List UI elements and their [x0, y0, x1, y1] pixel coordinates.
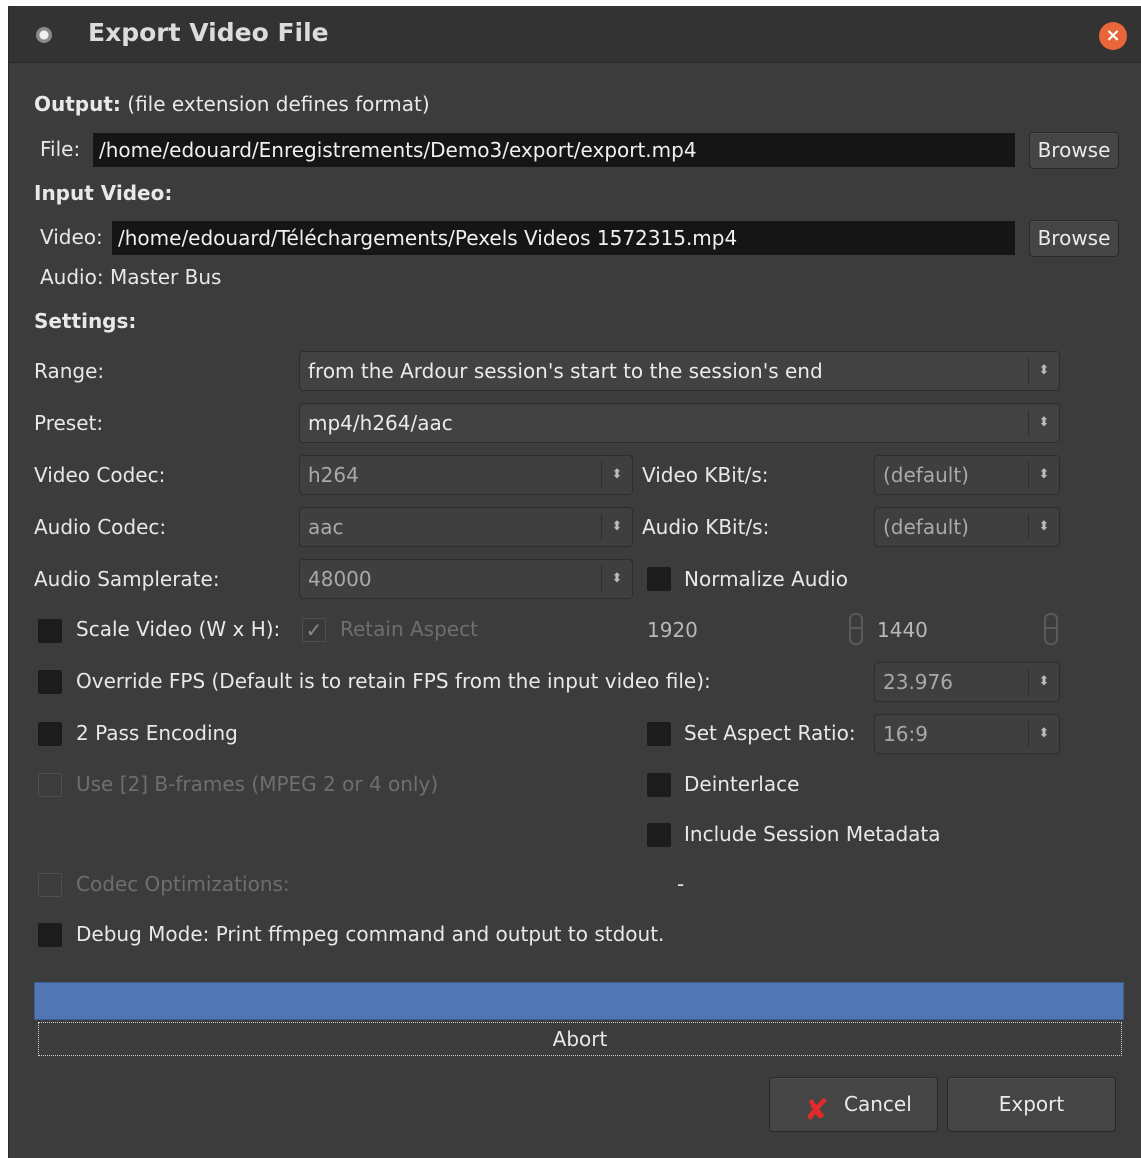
fps-dropdown[interactable]: 23.976 ⬍ [874, 662, 1060, 702]
session-metadata-label: Include Session Metadata [684, 822, 941, 846]
output-heading-row: Output: (file extension defines format) [34, 92, 430, 116]
session-metadata-checkbox[interactable] [647, 823, 671, 847]
codec-optimizations-checkbox[interactable] [38, 873, 62, 897]
samplerate-value: 48000 [308, 567, 372, 591]
aspect-ratio-value: 16:9 [883, 722, 928, 746]
override-fps-label: Override FPS (Default is to retain FPS f… [76, 669, 711, 693]
export-progress-bar [34, 982, 1124, 1020]
spin-handle-icon[interactable] [1044, 613, 1058, 645]
video-codec-dropdown[interactable]: h264 ⬍ [299, 455, 633, 495]
audio-codec-dropdown[interactable]: aac ⬍ [299, 507, 633, 547]
scale-height-input[interactable]: 1440 [877, 618, 928, 642]
normalize-audio-label: Normalize Audio [684, 567, 848, 591]
chevron-updown-icon: ⬍ [1038, 674, 1050, 689]
retain-aspect-label: Retain Aspect [340, 617, 478, 641]
scale-video-label: Scale Video (W x H): [76, 617, 281, 641]
spin-handle-icon[interactable] [849, 613, 863, 645]
close-icon[interactable]: × [1099, 22, 1127, 50]
output-heading-note: (file extension defines format) [127, 92, 430, 116]
audio-codec-value: aac [308, 515, 344, 539]
output-browse-button[interactable]: Browse [1029, 132, 1119, 169]
samplerate-dropdown[interactable]: 48000 ⬍ [299, 559, 633, 599]
codec-optimizations-value: - [677, 872, 685, 896]
audio-kbit-label: Audio KBit/s: [642, 515, 770, 539]
video-codec-value: h264 [308, 463, 359, 487]
cancel-button[interactable]: ✘ Cancel [769, 1077, 938, 1132]
audio-kbit-dropdown[interactable]: (default) ⬍ [874, 507, 1060, 547]
audio-source-row: Audio: Master Bus [40, 265, 221, 289]
codec-optimizations-label: Codec Optimizations: [76, 872, 290, 896]
chevron-updown-icon: ⬍ [1038, 363, 1050, 378]
output-heading: Output: [34, 92, 121, 116]
input-video-path-input[interactable]: /home/edouard/Téléchargements/Pexels Vid… [112, 221, 1015, 255]
window-title: Export Video File [88, 18, 329, 47]
deinterlace-label: Deinterlace [684, 772, 800, 796]
normalize-audio-checkbox[interactable] [647, 567, 671, 591]
deinterlace-checkbox[interactable] [647, 773, 671, 797]
title-bar: Export Video File × [9, 6, 1141, 63]
bframes-checkbox[interactable] [38, 773, 62, 797]
audio-label: Audio: [40, 265, 104, 289]
audio-source-value: Master Bus [109, 265, 222, 289]
chevron-updown-icon: ⬍ [1038, 726, 1050, 741]
input-video-heading: Input Video: [34, 181, 173, 205]
settings-heading: Settings: [34, 309, 137, 333]
cancel-x-icon: ✘ [804, 1093, 830, 1128]
chevron-updown-icon: ⬍ [1038, 467, 1050, 482]
chevron-updown-icon: ⬍ [611, 519, 623, 534]
video-label: Video: [40, 225, 103, 249]
fps-value: 23.976 [883, 670, 953, 694]
export-video-dialog: Export Video File × Output: (file extens… [8, 6, 1141, 1158]
bframes-label: Use [2] B-frames (MPEG 2 or 4 only) [76, 772, 439, 796]
window-menu-icon[interactable] [36, 27, 52, 43]
retain-aspect-checkbox[interactable]: ✓ [302, 618, 326, 642]
debug-mode-label: Debug Mode: Print ffmpeg command and out… [76, 922, 665, 946]
video-kbit-dropdown[interactable]: (default) ⬍ [874, 455, 1060, 495]
override-fps-checkbox[interactable] [38, 670, 62, 694]
chevron-updown-icon: ⬍ [611, 467, 623, 482]
debug-mode-checkbox[interactable] [38, 923, 62, 947]
aspect-ratio-dropdown[interactable]: 16:9 ⬍ [874, 714, 1060, 754]
chevron-updown-icon: ⬍ [1038, 519, 1050, 534]
cancel-label: Cancel [844, 1092, 912, 1116]
audio-codec-label: Audio Codec: [34, 515, 167, 539]
input-browse-button[interactable]: Browse [1029, 220, 1119, 257]
chevron-updown-icon: ⬍ [611, 571, 623, 586]
two-pass-checkbox[interactable] [38, 722, 62, 746]
samplerate-label: Audio Samplerate: [34, 567, 220, 591]
abort-button[interactable]: Abort [38, 1022, 1122, 1056]
video-kbit-value: (default) [883, 463, 969, 487]
preset-label: Preset: [34, 411, 104, 435]
scale-width-input[interactable]: 1920 [647, 618, 698, 642]
set-aspect-ratio-checkbox[interactable] [647, 722, 671, 746]
file-label: File: [40, 137, 81, 161]
chevron-updown-icon: ⬍ [1038, 415, 1050, 430]
two-pass-label: 2 Pass Encoding [76, 721, 238, 745]
range-value: from the Ardour session's start to the s… [308, 359, 823, 383]
preset-value: mp4/h264/aac [308, 411, 453, 435]
scale-video-checkbox[interactable] [38, 619, 62, 643]
video-codec-label: Video Codec: [34, 463, 166, 487]
export-button[interactable]: Export [947, 1077, 1116, 1132]
range-label: Range: [34, 359, 105, 383]
video-kbit-label: Video KBit/s: [642, 463, 769, 487]
audio-kbit-value: (default) [883, 515, 969, 539]
set-aspect-ratio-label: Set Aspect Ratio: [684, 721, 856, 745]
preset-dropdown[interactable]: mp4/h264/aac ⬍ [299, 403, 1060, 443]
range-dropdown[interactable]: from the Ardour session's start to the s… [299, 351, 1060, 391]
file-path-input[interactable]: /home/edouard/Enregistrements/Demo3/expo… [93, 133, 1015, 167]
